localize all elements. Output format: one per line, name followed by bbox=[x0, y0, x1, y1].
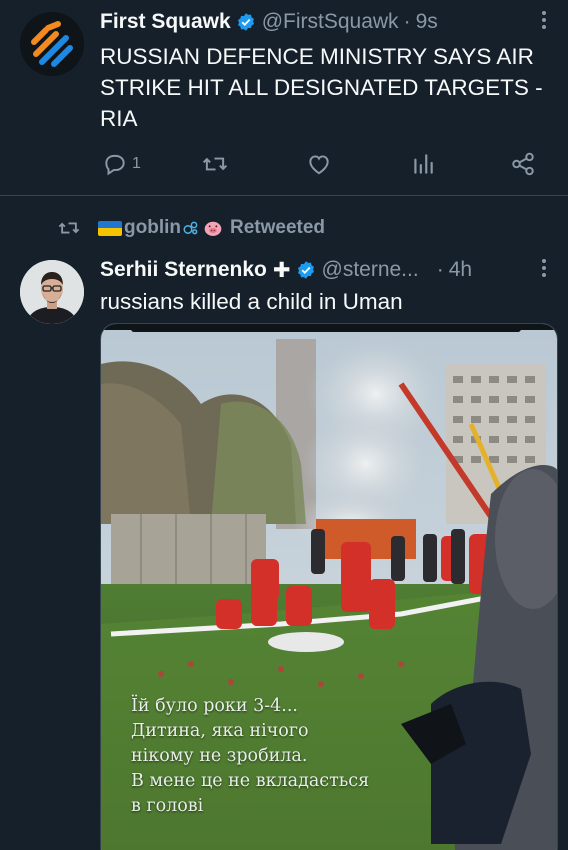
reply-count: 1 bbox=[132, 155, 141, 172]
tweet-text: RUSSIAN DEFENCE MINISTRY SAYS AIR STRIKE… bbox=[100, 41, 552, 134]
image-caption: Їй було роки 3-4... Дитина, яка нічого н… bbox=[131, 694, 369, 819]
share-button[interactable] bbox=[510, 146, 536, 182]
tweet-first-squawk[interactable]: First Squawk @FirstSquawk · 9s RUSSIAN D… bbox=[0, 0, 568, 196]
caption-line: в голові bbox=[131, 796, 204, 816]
timestamp[interactable]: 4h bbox=[449, 258, 472, 282]
reply-icon bbox=[105, 154, 125, 176]
heart-icon bbox=[309, 155, 329, 175]
verified-badge-icon bbox=[297, 261, 314, 279]
more-options-icon[interactable] bbox=[534, 256, 554, 280]
retweet-icon bbox=[58, 222, 80, 234]
tweet-actions: 1 bbox=[100, 146, 548, 182]
separator-dot: · bbox=[403, 10, 411, 33]
tweet-serhii-sternenko[interactable]: goblin Retweeted Serhii Sternenko ✚ @ste… bbox=[0, 197, 568, 850]
reply-button[interactable]: 1 bbox=[102, 146, 141, 182]
tweet-text-line: RIA bbox=[100, 106, 138, 131]
avatar-serhii-sternenko[interactable] bbox=[20, 260, 84, 324]
tweet-header: Serhii Sternenko ✚ @sterne... · 4h bbox=[100, 255, 548, 285]
tweet-text-line: STRIKE HIT ALL DESIGNATED TARGETS - bbox=[100, 75, 543, 100]
display-name[interactable]: Serhii Sternenko bbox=[100, 258, 267, 282]
display-name[interactable]: First Squawk bbox=[100, 10, 231, 34]
handle[interactable]: @sterne... bbox=[322, 258, 419, 282]
timestamp[interactable]: 9s bbox=[416, 10, 438, 34]
tweet-text: russians killed a child in Uman bbox=[100, 289, 403, 314]
tweet-media-image[interactable]: Їй було роки 3-4... Дитина, яка нічого н… bbox=[100, 323, 558, 850]
retweet-button[interactable] bbox=[202, 146, 228, 182]
separator-dot: · bbox=[436, 258, 444, 281]
analytics-icon bbox=[414, 154, 433, 174]
user-photo-icon bbox=[20, 260, 84, 324]
pig-face-icon bbox=[204, 221, 222, 236]
first-squawk-logo-icon bbox=[20, 12, 84, 76]
tweet-text-line: RUSSIAN DEFENCE MINISTRY SAYS AIR bbox=[100, 44, 534, 69]
verified-badge-icon bbox=[237, 13, 254, 31]
handle[interactable]: @FirstSquawk bbox=[262, 10, 399, 34]
caption-line: нікому не зробила. bbox=[131, 746, 308, 766]
avatar-first-squawk[interactable] bbox=[20, 12, 84, 76]
caption-line: Дитина, яка нічого bbox=[131, 721, 309, 741]
ukraine-flag-icon bbox=[98, 220, 122, 236]
like-button[interactable] bbox=[306, 146, 332, 182]
views-button[interactable] bbox=[410, 146, 436, 182]
share-icon bbox=[512, 152, 534, 176]
retweet-icon bbox=[202, 157, 228, 171]
retweeted-label: Retweeted bbox=[229, 217, 326, 238]
retweeted-by-line[interactable]: goblin Retweeted bbox=[56, 215, 325, 241]
more-options-icon[interactable] bbox=[534, 8, 554, 32]
retweeter-name: goblin bbox=[124, 217, 181, 238]
caption-line: Їй було роки 3-4... bbox=[131, 696, 298, 716]
caption-line: В мене це не вкладається bbox=[131, 771, 370, 791]
bubbles-icon bbox=[183, 221, 198, 235]
name-cross-symbol: ✚ bbox=[272, 258, 291, 282]
tweet-header: First Squawk @FirstSquawk · 9s bbox=[100, 7, 548, 37]
